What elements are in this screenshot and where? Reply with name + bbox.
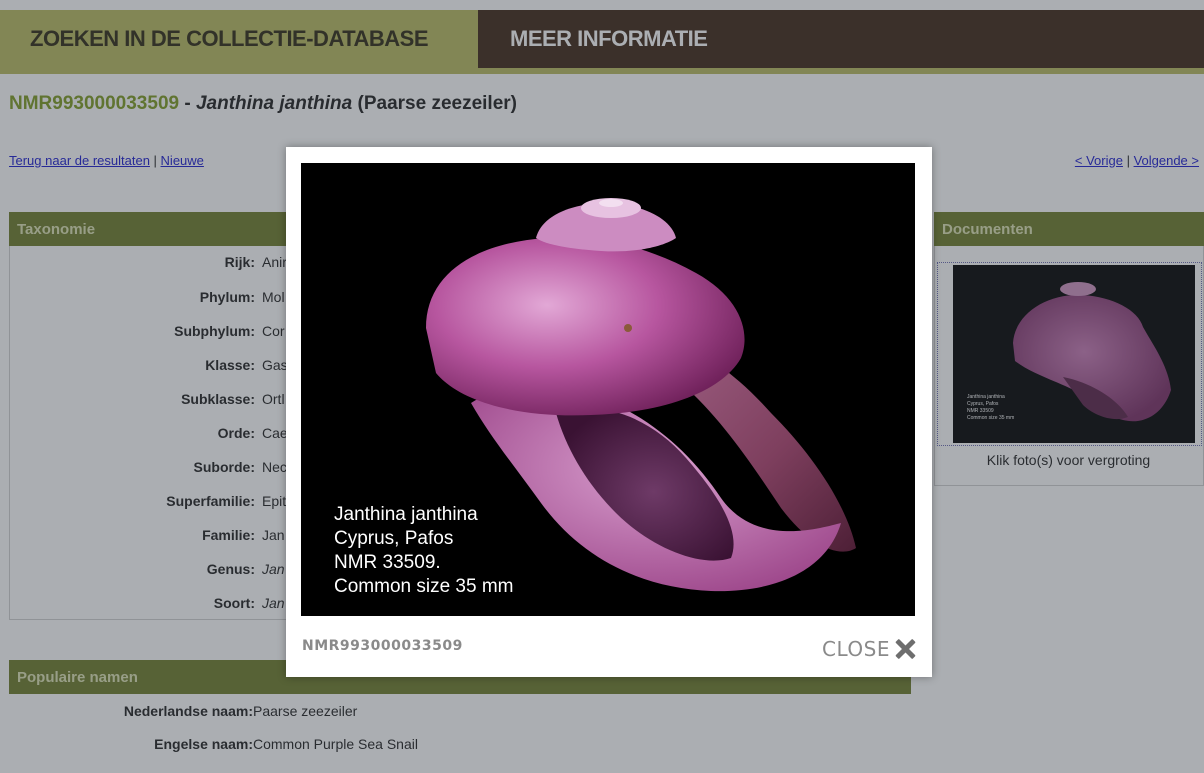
shell-photo-large: Janthina janthina Cyprus, Pafos NMR 3350… [301, 163, 915, 616]
image-caption-line: Common size 35 mm [334, 576, 514, 597]
image-lightbox: Janthina janthina Cyprus, Pafos NMR 3350… [286, 147, 932, 677]
page: ZOEKEN IN DE COLLECTIE-DATABASE MEER INF… [0, 0, 1204, 773]
image-caption-line: Cyprus, Pafos [334, 528, 453, 549]
image-caption-line: Janthina janthina [334, 504, 478, 525]
close-label: CLOSE [822, 637, 890, 661]
shell-image: Janthina janthina Cyprus, Pafos NMR 3350… [334, 198, 856, 597]
image-caption-line: NMR 33509. [334, 552, 441, 573]
close-icon [894, 638, 916, 660]
close-button[interactable]: CLOSE [822, 635, 916, 663]
lightbox-record-id: NMR993000033509 [302, 638, 463, 654]
